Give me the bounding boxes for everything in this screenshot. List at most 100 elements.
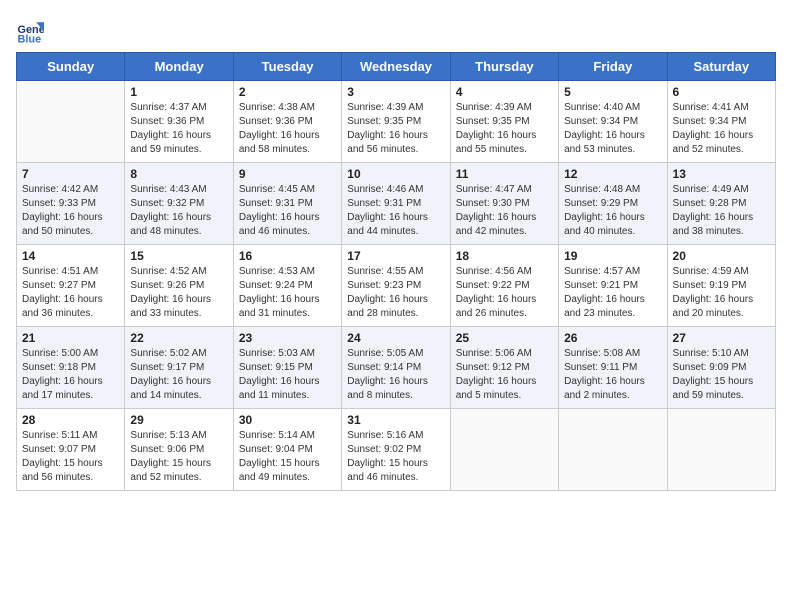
calendar-cell: 21Sunrise: 5:00 AM Sunset: 9:18 PM Dayli… <box>17 327 125 409</box>
day-info: Sunrise: 4:43 AM Sunset: 9:32 PM Dayligh… <box>130 183 227 239</box>
day-number: 22 <box>130 331 227 345</box>
weekday-header-sunday: Sunday <box>17 53 125 81</box>
day-number: 8 <box>130 167 227 181</box>
day-info: Sunrise: 5:14 AM Sunset: 9:04 PM Dayligh… <box>239 429 336 485</box>
day-number: 25 <box>456 331 553 345</box>
day-number: 9 <box>239 167 336 181</box>
weekday-header-saturday: Saturday <box>667 53 775 81</box>
day-info: Sunrise: 5:02 AM Sunset: 9:17 PM Dayligh… <box>130 347 227 403</box>
calendar-cell: 16 Sunrise: 4:53 AM Sunset: 9:24 PM Dayli… <box>233 245 341 327</box>
calendar-cell: 25 Sunrise: 5:06 AM Sunset: 9:12 PM Dayli… <box>450 327 558 409</box>
calendar-cell <box>450 409 558 491</box>
weekday-header-friday: Friday <box>559 53 667 81</box>
calendar-cell: 13 Sunrise: 4:49 AM Sunset: 9:28 PM Dayli… <box>667 163 775 245</box>
calendar-cell: 1 Sunrise: 4:37 AM Sunset: 9:36 PM Daylig… <box>125 81 233 163</box>
day-number: 11 <box>456 167 553 181</box>
week-row-2: 7 Sunrise: 4:42 AM Sunset: 9:33 PM Daylig… <box>17 163 776 245</box>
day-info: Sunrise: 5:13 AM Sunset: 9:06 PM Dayligh… <box>130 429 227 485</box>
calendar-cell <box>559 409 667 491</box>
week-row-4: 21Sunrise: 5:00 AM Sunset: 9:18 PM Dayli… <box>17 327 776 409</box>
day-number: 28 <box>22 413 119 427</box>
calendar-cell: 22 Sunrise: 5:02 AM Sunset: 9:17 PM Dayli… <box>125 327 233 409</box>
day-info: Sunrise: 4:37 AM Sunset: 9:36 PM Dayligh… <box>130 101 227 157</box>
day-number: 20 <box>673 249 770 263</box>
calendar-cell: 3Sunrise: 4:39 AM Sunset: 9:35 PM Daylig… <box>342 81 450 163</box>
day-info: Sunrise: 4:46 AM Sunset: 9:31 PM Dayligh… <box>347 183 444 239</box>
week-row-1: 1 Sunrise: 4:37 AM Sunset: 9:36 PM Daylig… <box>17 81 776 163</box>
calendar-cell: 17 Sunrise: 4:55 AM Sunset: 9:23 PM Dayli… <box>342 245 450 327</box>
calendar-table: SundayMondayTuesdayWednesdayThursdayFrid… <box>16 52 776 491</box>
calendar-cell: 4 Sunrise: 4:39 AM Sunset: 9:35 PM Daylig… <box>450 81 558 163</box>
calendar-cell: 24 Sunrise: 5:05 AM Sunset: 9:14 PM Dayli… <box>342 327 450 409</box>
calendar-cell: 19 Sunrise: 4:57 AM Sunset: 9:21 PM Dayli… <box>559 245 667 327</box>
day-number: 4 <box>456 85 553 99</box>
day-number: 23 <box>239 331 336 345</box>
logo-icon: General Blue <box>16 16 44 44</box>
weekday-header-tuesday: Tuesday <box>233 53 341 81</box>
day-number: 29 <box>130 413 227 427</box>
calendar-cell: 10 Sunrise: 4:46 AM Sunset: 9:31 PM Dayli… <box>342 163 450 245</box>
day-info: Sunrise: 4:42 AM Sunset: 9:33 PM Dayligh… <box>22 183 119 239</box>
calendar-cell: 14 Sunrise: 4:51 AM Sunset: 9:27 PM Dayli… <box>17 245 125 327</box>
weekday-header-row: SundayMondayTuesdayWednesdayThursdayFrid… <box>17 53 776 81</box>
day-info: Sunrise: 5:06 AM Sunset: 9:12 PM Dayligh… <box>456 347 553 403</box>
day-info: Sunrise: 4:56 AM Sunset: 9:22 PM Dayligh… <box>456 265 553 321</box>
calendar-cell: 27 Sunrise: 5:10 AM Sunset: 9:09 PM Dayli… <box>667 327 775 409</box>
weekday-header-wednesday: Wednesday <box>342 53 450 81</box>
day-number: 7 <box>22 167 119 181</box>
calendar-cell: 12 Sunrise: 4:48 AM Sunset: 9:29 PM Dayli… <box>559 163 667 245</box>
calendar-cell: 31 Sunrise: 5:16 AM Sunset: 9:02 PM Dayli… <box>342 409 450 491</box>
day-number: 3 <box>347 85 444 99</box>
day-number: 5 <box>564 85 661 99</box>
day-info: Sunrise: 5:16 AM Sunset: 9:02 PM Dayligh… <box>347 429 444 485</box>
day-info: Sunrise: 4:51 AM Sunset: 9:27 PM Dayligh… <box>22 265 119 321</box>
calendar-cell: 9Sunrise: 4:45 AM Sunset: 9:31 PM Daylig… <box>233 163 341 245</box>
day-info: Sunrise: 5:03 AM Sunset: 9:15 PM Dayligh… <box>239 347 336 403</box>
day-info: Sunrise: 4:38 AM Sunset: 9:36 PM Dayligh… <box>239 101 336 157</box>
calendar-cell: 8 Sunrise: 4:43 AM Sunset: 9:32 PM Daylig… <box>125 163 233 245</box>
day-info: Sunrise: 4:55 AM Sunset: 9:23 PM Dayligh… <box>347 265 444 321</box>
weekday-header-thursday: Thursday <box>450 53 558 81</box>
svg-text:Blue: Blue <box>18 33 42 44</box>
day-info: Sunrise: 5:10 AM Sunset: 9:09 PM Dayligh… <box>673 347 770 403</box>
day-number: 14 <box>22 249 119 263</box>
calendar-cell: 18 Sunrise: 4:56 AM Sunset: 9:22 PM Dayli… <box>450 245 558 327</box>
calendar-cell: 7 Sunrise: 4:42 AM Sunset: 9:33 PM Daylig… <box>17 163 125 245</box>
calendar-cell: 23 Sunrise: 5:03 AM Sunset: 9:15 PM Dayli… <box>233 327 341 409</box>
day-number: 12 <box>564 167 661 181</box>
day-number: 2 <box>239 85 336 99</box>
day-number: 10 <box>347 167 444 181</box>
day-info: Sunrise: 5:08 AM Sunset: 9:11 PM Dayligh… <box>564 347 661 403</box>
day-number: 26 <box>564 331 661 345</box>
day-info: Sunrise: 4:47 AM Sunset: 9:30 PM Dayligh… <box>456 183 553 239</box>
day-info: Sunrise: 4:40 AM Sunset: 9:34 PM Dayligh… <box>564 101 661 157</box>
day-number: 19 <box>564 249 661 263</box>
weekday-header-monday: Monday <box>125 53 233 81</box>
calendar-cell: 6Sunrise: 4:41 AM Sunset: 9:34 PM Daylig… <box>667 81 775 163</box>
day-info: Sunrise: 4:53 AM Sunset: 9:24 PM Dayligh… <box>239 265 336 321</box>
day-number: 31 <box>347 413 444 427</box>
day-number: 1 <box>130 85 227 99</box>
day-info: Sunrise: 5:05 AM Sunset: 9:14 PM Dayligh… <box>347 347 444 403</box>
week-row-5: 28Sunrise: 5:11 AM Sunset: 9:07 PM Dayli… <box>17 409 776 491</box>
day-number: 13 <box>673 167 770 181</box>
day-number: 27 <box>673 331 770 345</box>
logo: General Blue <box>16 16 48 44</box>
day-number: 24 <box>347 331 444 345</box>
day-info: Sunrise: 4:48 AM Sunset: 9:29 PM Dayligh… <box>564 183 661 239</box>
page-header: General Blue <box>16 16 776 44</box>
calendar-cell: 29 Sunrise: 5:13 AM Sunset: 9:06 PM Dayli… <box>125 409 233 491</box>
day-info: Sunrise: 4:57 AM Sunset: 9:21 PM Dayligh… <box>564 265 661 321</box>
calendar-cell: 15Sunrise: 4:52 AM Sunset: 9:26 PM Dayli… <box>125 245 233 327</box>
day-number: 15 <box>130 249 227 263</box>
day-info: Sunrise: 4:49 AM Sunset: 9:28 PM Dayligh… <box>673 183 770 239</box>
day-info: Sunrise: 4:39 AM Sunset: 9:35 PM Dayligh… <box>456 101 553 157</box>
day-number: 18 <box>456 249 553 263</box>
day-info: Sunrise: 5:00 AM Sunset: 9:18 PM Dayligh… <box>22 347 119 403</box>
calendar-cell: 11 Sunrise: 4:47 AM Sunset: 9:30 PM Dayli… <box>450 163 558 245</box>
day-number: 17 <box>347 249 444 263</box>
week-row-3: 14 Sunrise: 4:51 AM Sunset: 9:27 PM Dayli… <box>17 245 776 327</box>
calendar-cell: 20Sunrise: 4:59 AM Sunset: 9:19 PM Dayli… <box>667 245 775 327</box>
day-number: 6 <box>673 85 770 99</box>
day-number: 16 <box>239 249 336 263</box>
